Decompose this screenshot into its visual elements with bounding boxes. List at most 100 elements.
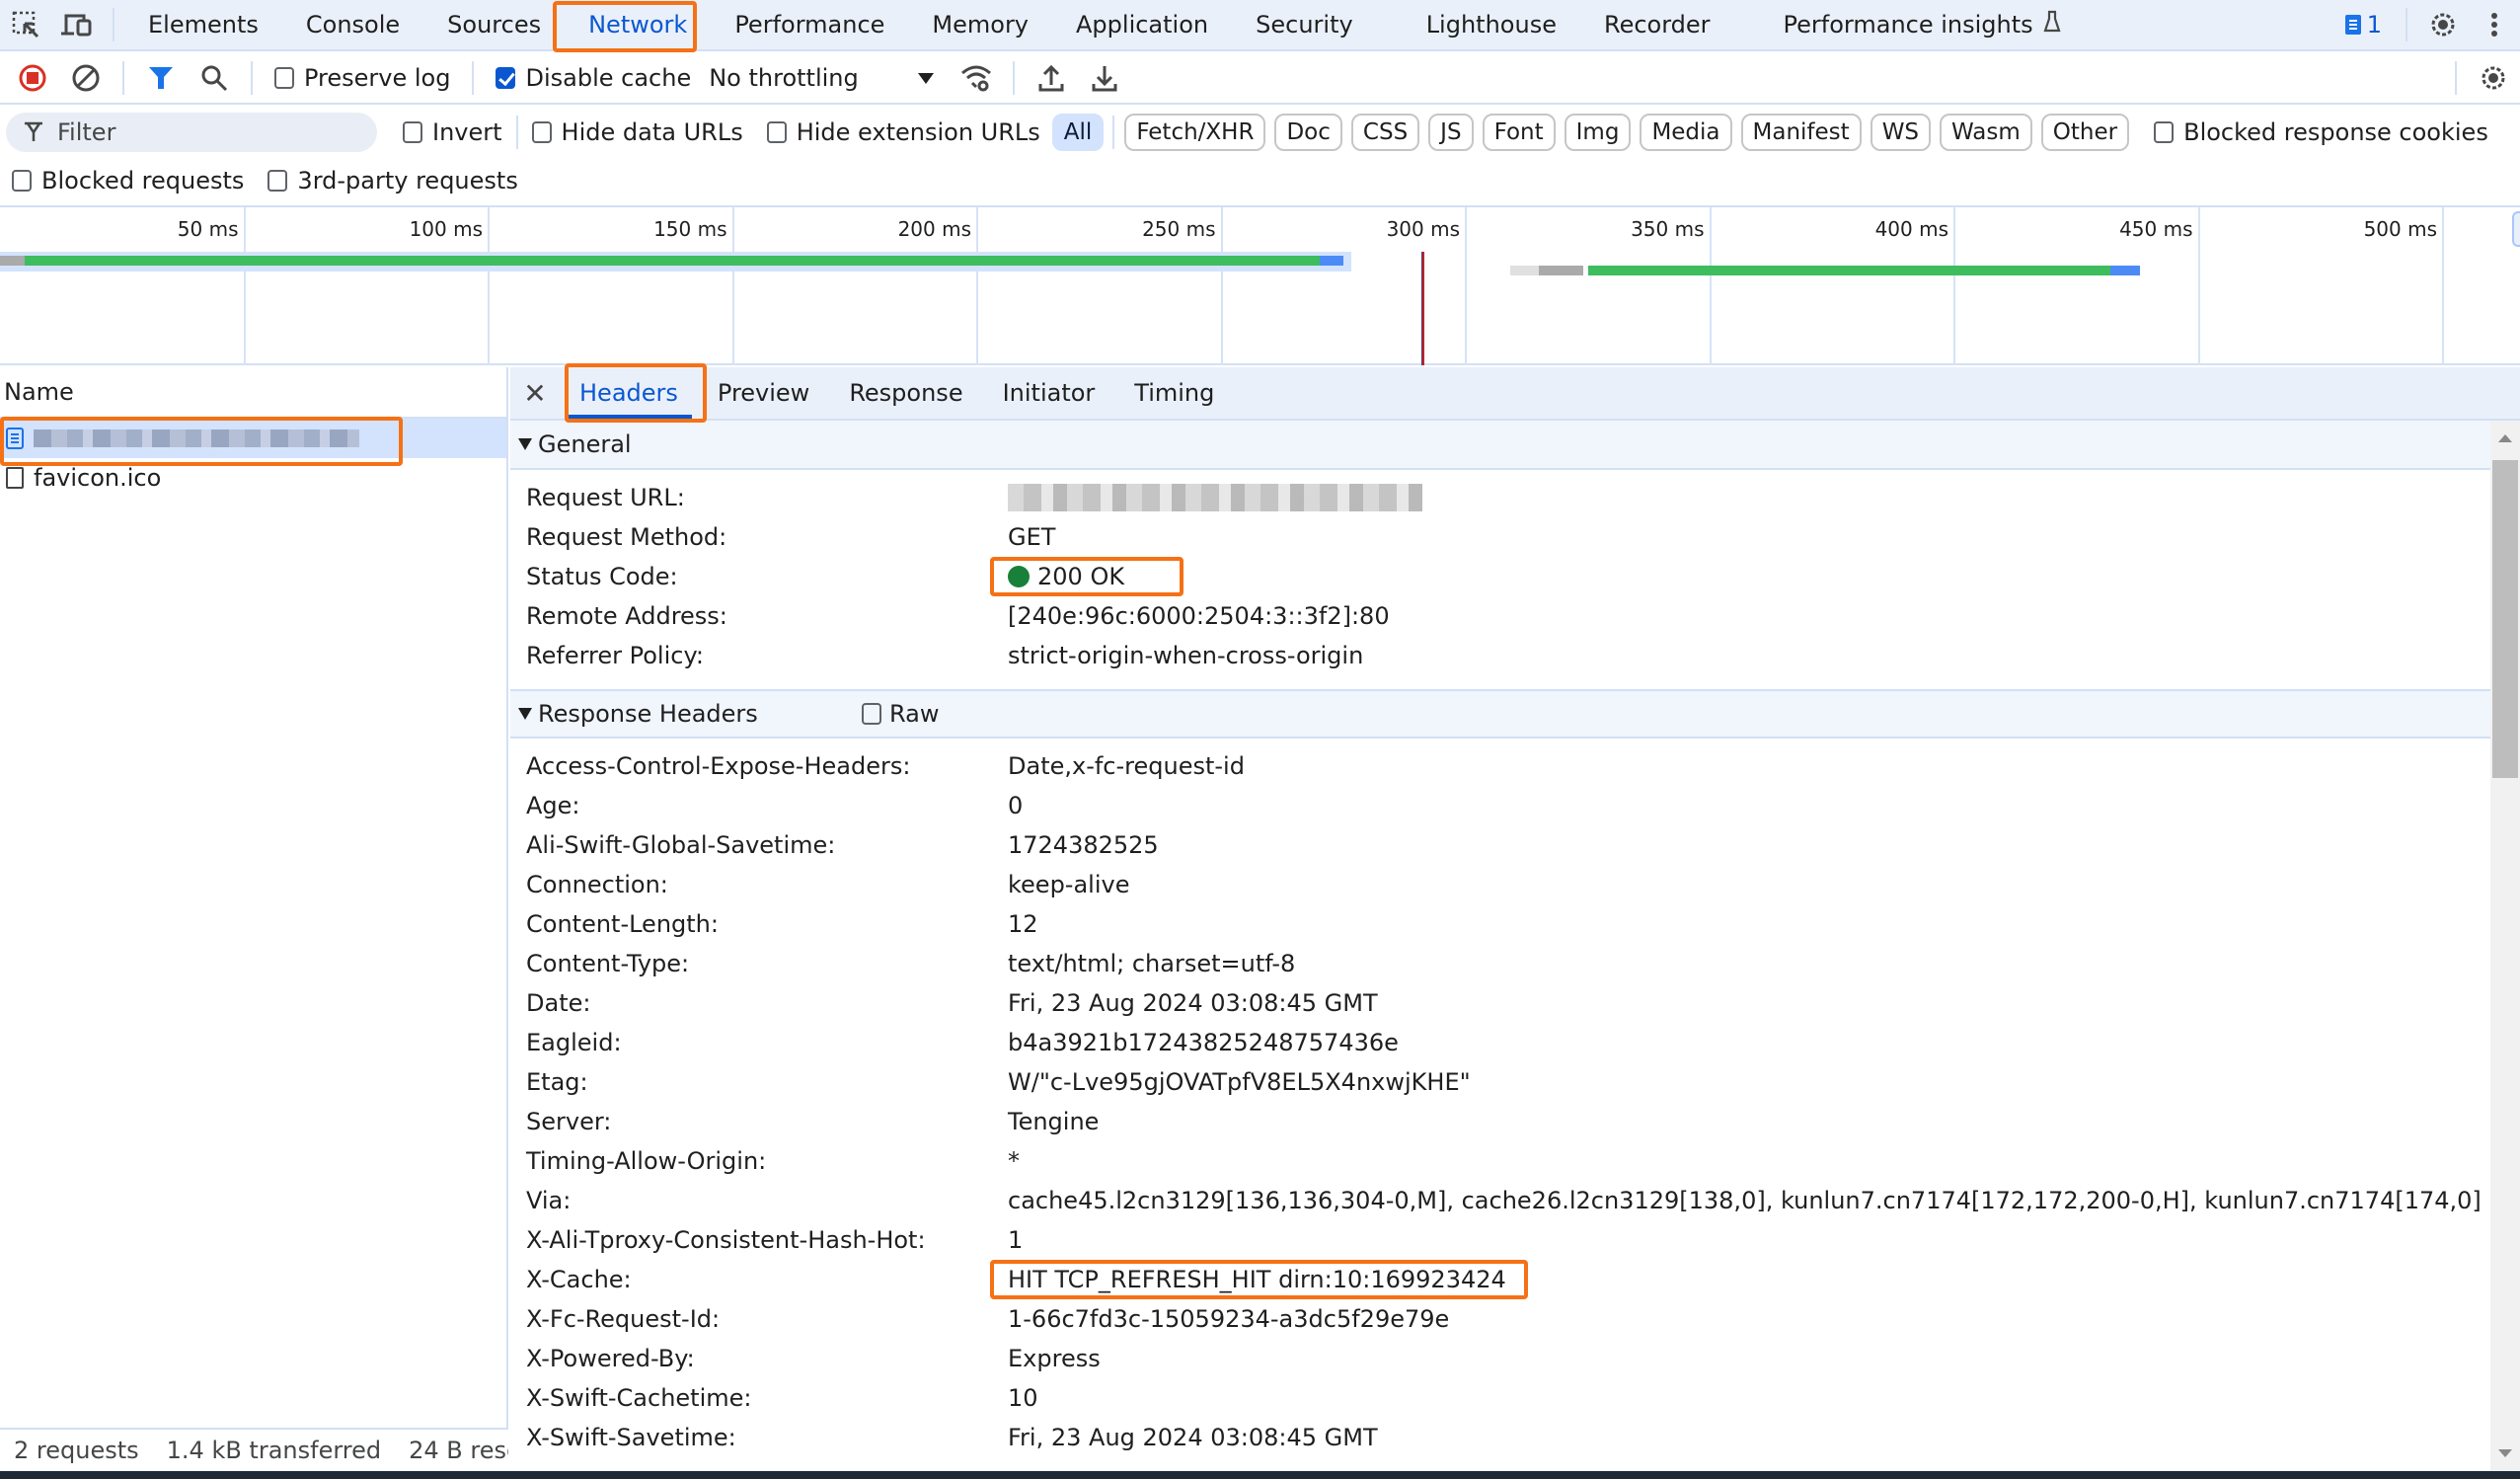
details-tab-preview[interactable]: Preview (698, 367, 829, 419)
tab-label: Elements (148, 11, 259, 39)
grid-line (1709, 207, 1712, 365)
header-name: Via: (526, 1187, 572, 1214)
close-icon[interactable]: ✕ (510, 367, 560, 419)
type-filter-media[interactable]: Media (1640, 114, 1732, 151)
type-filter-other[interactable]: Other (2040, 114, 2130, 151)
header-value: GET (1008, 523, 1055, 551)
tab-application[interactable]: Application (1052, 0, 1232, 50)
gear-icon[interactable] (2417, 0, 2469, 50)
tick-label: 150 ms (653, 217, 727, 241)
header-row: X-Cache: HIT TCP_REFRESH_HIT dirn:10:1699… (510, 1260, 2490, 1299)
type-filter-doc[interactable]: Doc (1274, 114, 1342, 151)
export-har-icon[interactable] (1078, 52, 1131, 104)
tab-label: Lighthouse (1425, 11, 1557, 39)
type-filter-wasm[interactable]: Wasm (1940, 114, 2032, 151)
type-filter-img[interactable]: Img (1564, 114, 1632, 151)
import-har-icon[interactable] (1025, 52, 1078, 104)
tab-console[interactable]: Console (282, 0, 423, 50)
request-row[interactable] (0, 419, 506, 458)
type-filter-manifest[interactable]: Manifest (1740, 114, 1862, 151)
general-section-header[interactable]: General (510, 421, 2490, 470)
header-value: Express (1008, 1345, 1101, 1372)
blocked-requests-checkbox[interactable]: Blocked requests (0, 167, 256, 195)
tab-sources[interactable]: Sources (423, 0, 565, 50)
checkbox[interactable] (531, 121, 552, 143)
filter-icon[interactable] (134, 52, 188, 104)
checkbox[interactable] (12, 170, 32, 192)
header-value: 1-66c7fd3c-15059234-a3dc5f29e79e (1008, 1305, 1449, 1333)
inspect-element-icon[interactable] (0, 0, 51, 50)
tab-lighthouse[interactable]: Lighthouse (1403, 0, 1580, 50)
header-row: X-Swift-Savetime: Fri, 23 Aug 2024 03:08:… (510, 1418, 2490, 1457)
header-value-text: [240e:96c:6000:2504:3::3f2]:80 (1008, 602, 1390, 630)
device-toolbar-icon[interactable] (51, 0, 103, 50)
details-scrollbar[interactable] (2490, 421, 2520, 1471)
load-event-marker (1421, 252, 1425, 365)
raw-checkbox[interactable]: Raw (862, 700, 939, 728)
header-row: X-Swift-Cachetime: 10 (510, 1378, 2490, 1418)
preserve-log-checkbox[interactable]: Preserve log (263, 64, 462, 92)
invert-checkbox[interactable]: Invert (391, 118, 514, 146)
filter-input[interactable]: Filter (6, 113, 377, 152)
record-stop-icon[interactable] (6, 52, 59, 104)
header-row: Ali-Swift-Global-Savetime: 1724382525 (510, 825, 2490, 865)
search-icon[interactable] (188, 52, 241, 104)
network-conditions-icon[interactable] (950, 52, 1003, 104)
network-settings-gear-icon[interactable] (2467, 52, 2520, 104)
header-name: Referrer Policy: (526, 642, 704, 669)
request-count: 2 requests (14, 1437, 139, 1464)
clear-icon[interactable] (59, 52, 113, 104)
type-filter-all[interactable]: All (1051, 114, 1105, 151)
more-vertical-icon[interactable] (2469, 0, 2520, 50)
details-tab-response[interactable]: Response (829, 367, 982, 419)
column-header-name[interactable]: Name (0, 367, 506, 419)
type-filter-js[interactable]: JS (1428, 114, 1474, 151)
status-bar: 2 requests 1.4 kB transferred 24 B resc (0, 1428, 508, 1471)
checkbox-checked[interactable] (496, 67, 516, 89)
header-value-text: Fri, 23 Aug 2024 03:08:45 GMT (1008, 1424, 1378, 1451)
tab-elements[interactable]: Elements (124, 0, 282, 50)
tab-network[interactable]: Network (565, 0, 711, 50)
header-name: X-Powered-By: (526, 1345, 695, 1372)
response-headers-section-header[interactable]: Response Headers Raw (510, 689, 2490, 739)
details-tab-headers[interactable]: Headers (560, 367, 698, 419)
third-party-requests-checkbox[interactable]: 3rd-party requests (256, 167, 529, 195)
overview-waiting-segment (24, 256, 1320, 266)
overview-range-handle[interactable] (2512, 211, 2520, 247)
checkbox[interactable] (267, 170, 288, 192)
tab-performance-insights[interactable]: Performance insights (1760, 0, 2085, 50)
disable-cache-checkbox[interactable]: Disable cache (484, 64, 703, 92)
throttling-select[interactable]: No throttling (703, 64, 950, 92)
request-row[interactable]: favicon.ico (0, 458, 506, 498)
scrollbar-thumb[interactable] (2492, 460, 2518, 778)
checkbox[interactable] (403, 121, 422, 143)
type-filter-font[interactable]: Font (1482, 114, 1556, 151)
tab-label: Performance insights (1783, 11, 2033, 39)
details-tab-timing[interactable]: Timing (1114, 367, 1234, 419)
scroll-down-arrow-icon[interactable] (2498, 1449, 2512, 1457)
tab-performance[interactable]: Performance (711, 0, 908, 50)
checkbox[interactable] (274, 67, 294, 89)
overview-queue-segment (1539, 266, 1583, 275)
type-filter-css[interactable]: CSS (1350, 114, 1420, 151)
checkbox[interactable] (862, 703, 881, 725)
tab-security[interactable]: Security (1232, 0, 1377, 50)
checkbox[interactable] (2154, 121, 2175, 143)
tab-memory[interactable]: Memory (908, 0, 1052, 50)
tab-recorder[interactable]: Recorder (1580, 0, 1734, 50)
header-row: Eagleid: b4a3921b17243825248757436e (510, 1023, 2490, 1062)
header-value (1008, 484, 1422, 511)
issues-button[interactable]: 1 (2331, 11, 2396, 39)
document-icon (6, 428, 24, 449)
scroll-up-arrow-icon[interactable] (2498, 434, 2512, 442)
network-overview-timeline[interactable]: 50 ms 100 ms 150 ms 200 ms 250 ms 300 ms 350 m… (0, 205, 2520, 365)
header-value: strict-origin-when-cross-origin (1008, 642, 1363, 669)
type-filter-ws[interactable]: WS (1870, 114, 1932, 151)
hide-extension-urls-checkbox[interactable]: Hide extension URLs (755, 118, 1052, 146)
request-details-pane: ✕ Headers Preview Response Initiator Timing … (510, 367, 2520, 1471)
details-tab-initiator[interactable]: Initiator (983, 367, 1115, 419)
type-filter-fetch-xhr[interactable]: Fetch/XHR (1124, 114, 1266, 151)
blocked-response-cookies-checkbox[interactable]: Blocked response cookies (2138, 118, 2500, 146)
checkbox[interactable] (766, 121, 787, 143)
hide-data-urls-checkbox[interactable]: Hide data URLs (520, 118, 755, 146)
